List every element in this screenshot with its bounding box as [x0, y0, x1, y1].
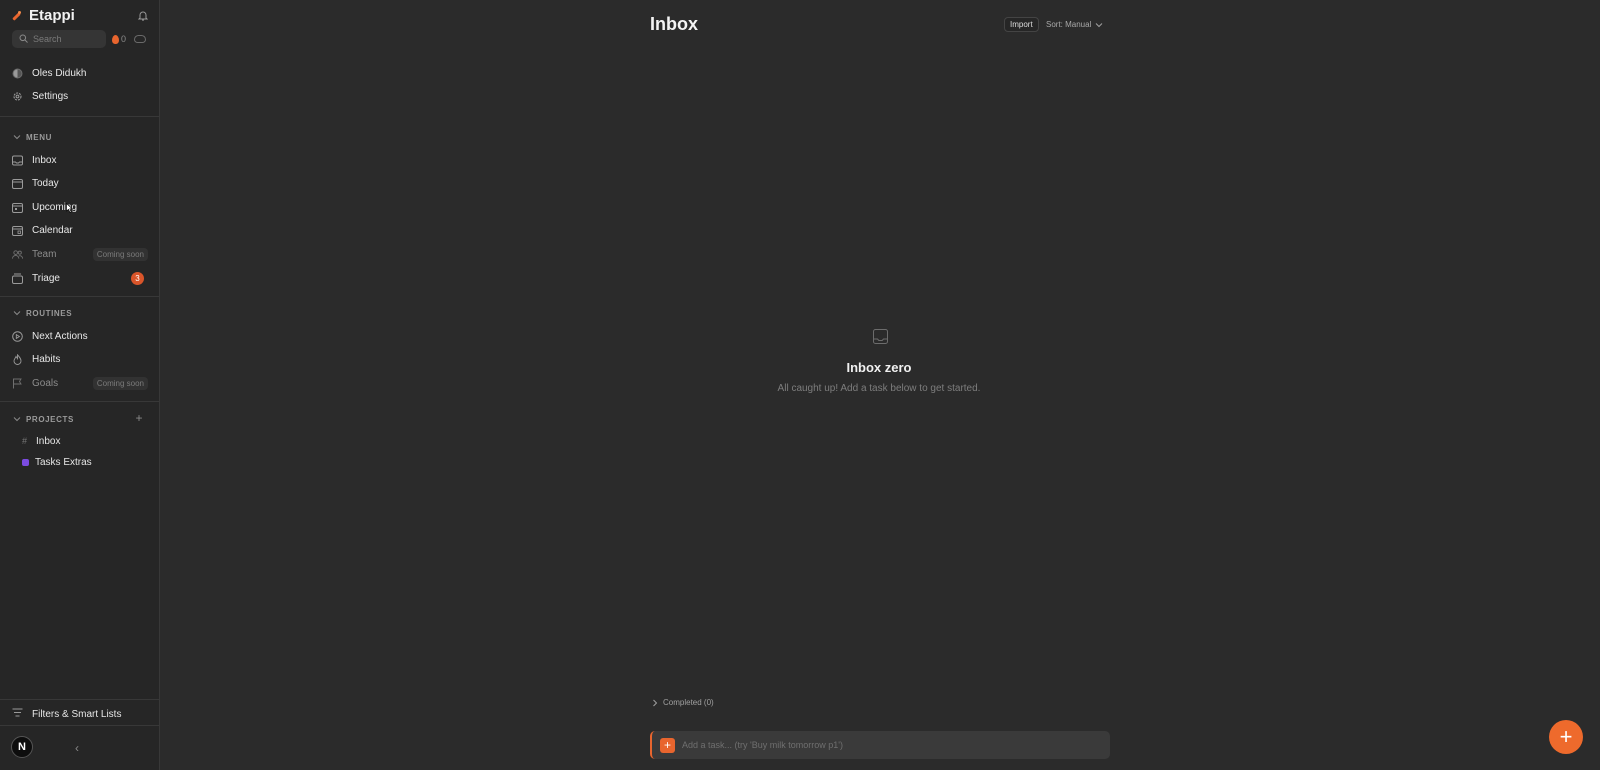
project-item-inbox[interactable]: # Inbox [22, 432, 60, 450]
main-content: Inbox Import Sort: Manual Inbox zero All… [160, 0, 1600, 770]
team-icon [12, 249, 23, 260]
sidebar-item-label: Next Actions [32, 330, 88, 342]
mouse-cursor-icon [66, 203, 73, 213]
calendar-upcoming-icon [12, 202, 23, 213]
collapse-sidebar-icon[interactable]: ‹ [75, 741, 79, 755]
divider [0, 116, 159, 117]
sidebar-item-triage[interactable]: Triage 3 [12, 268, 148, 288]
add-project-button[interactable]: + [134, 412, 144, 424]
settings-label: Settings [32, 90, 69, 102]
inbox-icon [12, 155, 23, 166]
streak-counter[interactable]: 0 [112, 34, 126, 44]
streak-count: 0 [121, 34, 127, 44]
search-box[interactable] [12, 30, 106, 48]
flame-icon [112, 34, 119, 44]
sidebar-item-label: Inbox [32, 154, 57, 166]
sidebar-item-label: Today [32, 177, 59, 189]
completed-label: Completed (0) [663, 698, 714, 707]
gear-icon [12, 91, 23, 102]
add-task-input[interactable] [682, 740, 1082, 750]
empty-state-title: Inbox zero [846, 360, 912, 375]
user-avatar-icon [12, 68, 23, 79]
calendar-icon [12, 225, 23, 236]
page-title: Inbox [650, 14, 698, 34]
completed-toggle[interactable]: Completed (0) [652, 698, 714, 707]
coming-soon-badge: Coming soon [92, 247, 148, 261]
inbox-empty-icon [873, 329, 888, 349]
floating-add-button[interactable]: + [1549, 720, 1583, 754]
sidebar-item-upcoming[interactable]: Upcoming [12, 197, 148, 217]
divider [0, 296, 159, 297]
project-label: Inbox [36, 435, 61, 447]
import-button[interactable]: Import [1004, 17, 1039, 32]
bell-icon[interactable] [138, 10, 148, 21]
chevron-down-icon [13, 311, 21, 316]
habit-flame-icon [12, 353, 23, 365]
section-menu-label: MENU [26, 132, 52, 142]
divider [0, 699, 159, 700]
project-label: Tasks Extras [35, 456, 92, 468]
divider [0, 401, 159, 402]
brand[interactable]: Etappi [13, 7, 75, 24]
sidebar-item-label: Calendar [32, 224, 73, 236]
hash-icon: # [22, 436, 28, 446]
search-row: 0 [12, 30, 152, 48]
triage-count-badge: 3 [131, 271, 144, 285]
search-input[interactable] [33, 34, 101, 44]
sidebar-item-today[interactable]: Today [12, 173, 148, 193]
sidebar-item-next-actions[interactable]: Next Actions [12, 326, 148, 346]
coming-soon-badge: Coming soon [92, 376, 148, 390]
filter-lines-icon [12, 708, 23, 720]
chevron-down-icon [13, 417, 21, 422]
sidebar-item-inbox[interactable]: Inbox [12, 150, 148, 170]
add-task-plus-button[interactable]: + [660, 737, 675, 753]
logo-icon [13, 10, 23, 21]
sidebar-item-profile[interactable]: Oles Didukh [12, 63, 148, 83]
user-name: Oles Didukh [32, 67, 87, 79]
chevron-down-icon [1096, 22, 1103, 27]
sidebar-item-habits[interactable]: Habits [12, 349, 148, 369]
sidebar-item-calendar[interactable]: Calendar [12, 220, 148, 240]
sort-label: Sort: Manual [1046, 20, 1092, 29]
section-projects-label: PROJECTS [26, 414, 74, 424]
project-item-tasks-extras[interactable]: Tasks Extras [22, 453, 92, 471]
empty-state-title-wrap: Inbox zero [589, 359, 1169, 377]
calendar-today-icon [12, 178, 23, 189]
search-icon [19, 30, 28, 48]
sidebar: Etappi 0 Oles Didukh [0, 0, 160, 770]
sidebar-item-label: Triage [32, 272, 60, 284]
sidebar-item-team: Team Coming soon [12, 244, 148, 264]
app-window: Etappi 0 Oles Didukh [0, 0, 1600, 770]
avatar[interactable]: N [11, 736, 33, 758]
section-routines[interactable]: ROUTINES [13, 306, 72, 320]
section-projects[interactable]: PROJECTS [13, 412, 74, 426]
sidebar-item-label: Goals [32, 377, 59, 389]
triage-icon [12, 273, 23, 284]
add-task-bar[interactable]: + [650, 731, 1110, 759]
sidebar-item-label: Habits [32, 353, 61, 365]
filters-smart-lists[interactable]: Filters & Smart Lists [12, 708, 121, 720]
chevron-down-icon [13, 135, 21, 140]
play-circle-icon [12, 330, 23, 342]
sidebar-item-goals: Goals Coming soon [12, 373, 148, 393]
sidebar-item-settings[interactable]: Settings [12, 86, 148, 106]
empty-state-subtitle: All caught up! Add a task below to get s… [777, 383, 981, 394]
filters-label: Filters & Smart Lists [32, 708, 122, 720]
sort-dropdown[interactable]: Sort: Manual [1046, 17, 1103, 32]
chevron-right-icon [653, 699, 658, 706]
cloud-sync-icon[interactable] [134, 35, 147, 43]
section-menu[interactable]: MENU [13, 130, 52, 144]
divider [0, 725, 159, 726]
flag-icon [12, 378, 23, 389]
project-color-icon [22, 458, 29, 466]
app-name: Etappi [29, 7, 75, 24]
section-routines-label: ROUTINES [26, 308, 73, 318]
sidebar-item-label: Team [32, 248, 57, 260]
